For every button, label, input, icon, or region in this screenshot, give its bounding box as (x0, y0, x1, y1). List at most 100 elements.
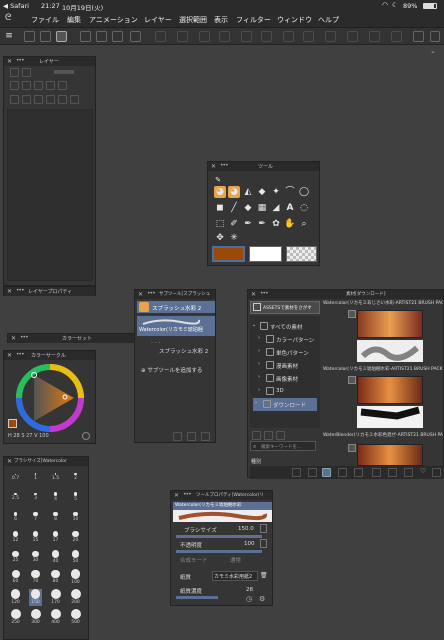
opacity-spin-icon[interactable] (260, 539, 267, 548)
brush-size-cell[interactable]: 20 (69, 529, 82, 546)
menu-view[interactable]: 表示 (214, 15, 228, 25)
brush-size-slider[interactable] (176, 535, 262, 538)
invert-selection-icon[interactable] (325, 31, 336, 42)
view-list-icon[interactable] (292, 468, 301, 477)
brush-size-cell[interactable]: 200 (69, 589, 82, 606)
material-checkbox[interactable] (348, 444, 356, 452)
brush-size-cell[interactable]: 1.5 (49, 469, 62, 486)
opacity-slider[interactable] (176, 550, 262, 553)
brush-size-cell[interactable]: 4 (49, 489, 62, 506)
brush-size-cell[interactable]: 80 (49, 569, 62, 586)
ref-icon[interactable] (34, 81, 43, 90)
export-icon[interactable] (112, 31, 123, 42)
size-spin-icon[interactable] (260, 524, 267, 533)
brush-size-cell[interactable]: 2.5 (9, 489, 22, 506)
menu-dots-icon[interactable]: ••• (147, 290, 156, 297)
brush-size-cell[interactable]: 400 (49, 609, 62, 626)
lasso-icon[interactable]: ◯ (298, 186, 310, 198)
figure-icon[interactable]: ◢ (270, 202, 282, 214)
menu-dots-icon[interactable]: ••• (183, 491, 192, 498)
menu-selection[interactable]: 選択範囲 (179, 15, 207, 25)
menu-edit[interactable]: 編集 (67, 15, 81, 25)
menu-filter[interactable]: フィルター (236, 15, 271, 25)
tree-mono-pattern[interactable]: › 単色パターン (256, 346, 324, 359)
brush-size-cell[interactable]: 15 (29, 529, 42, 546)
transform-icon[interactable] (261, 31, 272, 42)
blend-mode-icon[interactable] (10, 68, 19, 77)
properties-icon[interactable] (404, 468, 413, 477)
move-icon[interactable]: ✥ (214, 232, 226, 244)
correct-line-icon[interactable]: ✐ (228, 218, 240, 230)
more-icon[interactable] (430, 31, 440, 42)
close-icon[interactable]: ✕ (138, 291, 143, 298)
material-checkbox[interactable] (348, 310, 356, 318)
property-blend-row[interactable]: 合成モード 通常 (174, 554, 269, 565)
view-thumb-icon[interactable] (308, 468, 317, 477)
heart-icon[interactable]: ♡ (420, 467, 426, 475)
sub-tool-item-splash[interactable]: · · · スプラッシュ水彩 2 (137, 338, 215, 358)
clear-outside-icon[interactable] (219, 31, 230, 42)
menu-animation[interactable]: アニメーション (89, 15, 138, 25)
lock-icon[interactable] (10, 81, 19, 90)
add-sub-tool-button[interactable]: ⊕ サブツールを追加する (141, 366, 202, 374)
trash-icon[interactable] (70, 95, 79, 104)
view-grid-icon[interactable] (322, 468, 331, 477)
clip-icon[interactable] (22, 81, 31, 90)
brush-size-cell[interactable]: 70 (29, 569, 42, 586)
tree-image[interactable]: › 画像素材 (256, 372, 324, 385)
blend-icon[interactable]: ✦ (270, 186, 282, 198)
close-icon[interactable]: ✕ (211, 163, 216, 170)
merge-icon[interactable] (46, 95, 55, 104)
view-large-icon[interactable] (338, 468, 347, 477)
balloon-icon[interactable]: ◌ (298, 202, 310, 214)
folder-edit-icon[interactable] (276, 431, 285, 440)
menu-window[interactable]: ウィンドウ (277, 15, 312, 25)
draft-icon[interactable] (46, 81, 55, 90)
delete-material-icon[interactable] (432, 468, 441, 477)
brush-size-cell[interactable]: 2 (69, 469, 82, 486)
property-paper-row[interactable]: 紙質 カモミ水彩用紙2 🗑 (174, 571, 269, 582)
select-rect-icon[interactable]: ◼ (214, 202, 226, 214)
sub-color-chip[interactable] (249, 246, 282, 262)
main-color-swatch[interactable] (8, 419, 17, 428)
menu-file[interactable]: ファイル (31, 15, 59, 25)
import-icon[interactable] (388, 468, 397, 477)
decoration-icon[interactable]: ✿ (270, 218, 282, 230)
fill-tool-icon[interactable]: ◭ (242, 186, 254, 198)
hamburger-icon[interactable]: ≡ (3, 30, 15, 42)
palette-icon[interactable] (58, 81, 67, 90)
menu-dots-icon[interactable]: ••• (16, 287, 25, 294)
brush-size-cell[interactable]: 10 (69, 509, 82, 526)
tree-3d[interactable]: › 3D (256, 385, 324, 398)
property-brush-size-row[interactable]: ブラシサイズ 150.0 (174, 524, 269, 535)
clock-icon[interactable]: ◷ (246, 595, 252, 603)
brush-size-cell[interactable]: 1 (29, 469, 42, 486)
magic-wand-icon[interactable]: ✳ (228, 232, 240, 244)
brush-size-cell[interactable]: 12 (9, 529, 22, 546)
close-icon[interactable]: ✕ (7, 58, 12, 65)
close-icon[interactable]: ✕ (174, 492, 179, 499)
menu-help[interactable]: ヘルプ (318, 15, 339, 25)
color-mode-icon[interactable] (82, 432, 90, 440)
delete-sub-tool-icon[interactable] (201, 432, 210, 441)
brush-size-cell[interactable]: 6 (9, 509, 22, 526)
assets-search-button[interactable]: ASSETSで素材をさがす (250, 301, 320, 314)
paper-density-slider[interactable] (176, 596, 218, 599)
record-icon[interactable] (56, 31, 67, 42)
brush-size-cell[interactable]: 60 (9, 569, 22, 586)
menu-layer[interactable]: レイヤー (144, 15, 172, 25)
menu-dots-icon[interactable]: ••• (20, 334, 29, 341)
brush-size-cell[interactable]: 40 (49, 549, 62, 566)
material-thumb-blender[interactable] (357, 444, 423, 466)
wrench-icon[interactable]: ⚙ (259, 595, 265, 603)
crop-icon[interactable] (347, 31, 358, 42)
redo-icon[interactable] (177, 31, 188, 42)
tree-color-pattern[interactable]: › カラーパターン (256, 333, 324, 346)
open-icon[interactable] (40, 31, 51, 42)
brush-size-cell[interactable]: 25 (9, 549, 22, 566)
app-logo-icon[interactable]: ᘓ (5, 13, 11, 23)
close-icon[interactable]: ✕ (7, 458, 12, 465)
menu-dots-icon[interactable]: ••• (16, 57, 25, 64)
opacity-icon[interactable] (22, 68, 31, 77)
close-icon[interactable]: ✕ (7, 288, 12, 295)
